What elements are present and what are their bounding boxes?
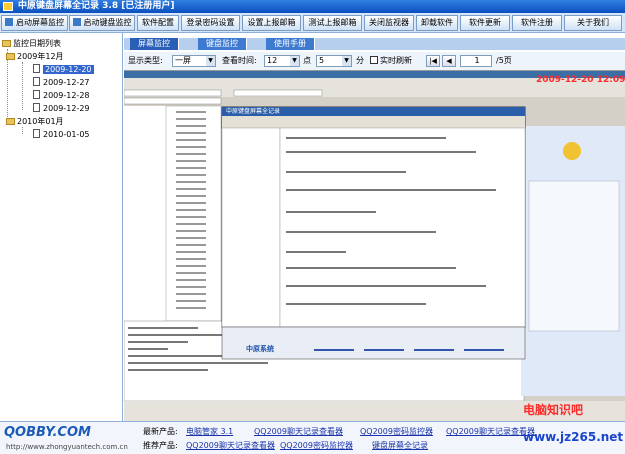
chevron-down-icon: ▼ — [342, 56, 351, 66]
date-tree-panel: 监控日期列表 2009年12月 2009-12-20 2009-12-27 20… — [0, 33, 123, 421]
document-icon — [33, 64, 40, 73]
recommended-products-label: 推荐产品: — [143, 441, 178, 450]
chevron-down-icon: ▼ — [290, 56, 299, 66]
tree-item-2009-12-28[interactable]: 2009-12-28 — [33, 90, 90, 101]
keyboard-icon — [72, 18, 81, 26]
first-page-button[interactable]: |◀ — [426, 55, 440, 67]
dialog-title: 中原键盘屏幕全记录 — [226, 108, 281, 115]
latest-product-link[interactable]: 电脑管家 3.1 — [186, 426, 233, 437]
hour-select[interactable]: 12 ▼ — [264, 55, 300, 67]
display-type-label: 显示类型: — [128, 56, 163, 65]
document-icon — [33, 77, 40, 86]
chevron-down-icon: ▼ — [206, 56, 215, 66]
login-password-button[interactable]: 登录密码设置 — [181, 15, 240, 31]
about-button[interactable]: 关于我们 — [564, 15, 622, 31]
folder-icon — [6, 118, 15, 125]
first-page-icon: |◀ — [429, 57, 437, 65]
register-button[interactable]: 软件注册 — [512, 15, 562, 31]
prev-page-icon: ◀ — [446, 57, 452, 65]
title-bar: 中原键盘屏幕全记录 3.8 [已注册用户] — [0, 0, 625, 13]
recommended-product-link[interactable]: QQ2009聊天记录查看器 — [186, 440, 275, 451]
tree-item-2009-12-20[interactable]: 2009-12-20 — [33, 64, 94, 75]
start-screen-monitor-button[interactable]: 启动屏幕监控 — [1, 15, 68, 31]
tab-keyboard-monitor[interactable]: 键盘监控 — [198, 38, 247, 50]
config-button[interactable]: 软件配置 — [137, 15, 179, 31]
page-input[interactable]: 1 — [460, 55, 492, 67]
realtime-refresh-checkbox[interactable]: 实时刷新 — [370, 55, 412, 67]
tree-item-2010-01-05[interactable]: 2010-01-05 — [33, 129, 90, 140]
latest-product-link[interactable]: QQ2009密码监控器 — [360, 426, 433, 437]
display-type-select[interactable]: 一屏 ▼ — [172, 55, 216, 67]
window-title: 中原键盘屏幕全记录 3.8 [已注册用户] — [18, 1, 175, 11]
tree-node-2009-12[interactable]: 2009年12月 — [6, 51, 64, 62]
tree-connector — [22, 62, 23, 110]
hour-unit: 点 — [303, 56, 311, 65]
checkbox-icon — [370, 56, 378, 64]
start-keyboard-monitor-button[interactable]: 启动键盘监控 — [69, 15, 135, 31]
options-bar: 显示类型: 一屏 ▼ 查看时间: 12 ▼ 点 5 ▼ 分 实时刷新 |◀ ◀ 1 /… — [124, 52, 625, 70]
recommended-product-link[interactable]: QQ2009密码监控器 — [280, 440, 353, 451]
tree-node-2010-01[interactable]: 2010年01月 — [6, 116, 64, 127]
latest-product-link[interactable]: QQ2009聊天记录查看器 — [446, 426, 535, 437]
document-icon — [33, 103, 40, 112]
tab-manual[interactable]: 使用手册 — [266, 38, 315, 50]
toolbar: 启动屏幕监控 启动键盘监控 软件配置 登录密码设置 设置上报邮箱 测试上报邮箱 … — [0, 13, 625, 33]
update-button[interactable]: 软件更新 — [460, 15, 510, 31]
test-report-email-button[interactable]: 测试上报邮箱 — [303, 15, 362, 31]
minute-select[interactable]: 5 ▼ — [316, 55, 352, 67]
prev-page-button[interactable]: ◀ — [442, 55, 456, 67]
tree-item-2009-12-27[interactable]: 2009-12-27 — [33, 77, 90, 88]
tab-screen-monitor[interactable]: 屏幕监控 — [130, 38, 179, 50]
close-monitor-button[interactable]: 关闭监视器 — [364, 15, 414, 31]
set-report-email-button[interactable]: 设置上报邮箱 — [242, 15, 301, 31]
company-logo: QOBBY.COM — [4, 425, 91, 440]
minute-unit: 分 — [356, 56, 364, 65]
folder-icon — [6, 53, 15, 60]
folder-icon — [2, 40, 11, 47]
tree-root[interactable]: 监控日期列表 — [2, 38, 61, 49]
tab-bar: 屏幕监控 键盘监控 使用手册 — [124, 38, 625, 50]
dialog-brand: 中原系统 — [246, 345, 274, 353]
uninstall-button[interactable]: 卸载软件 — [416, 15, 458, 31]
company-website[interactable]: http://www.zhongyuantech.com.cn — [6, 443, 128, 451]
tree-connector — [22, 127, 23, 134]
latest-products-label: 最新产品: — [143, 427, 178, 436]
captured-desktop-image — [124, 71, 625, 421]
recommended-product-link[interactable]: 键盘屏幕全记录 — [372, 440, 428, 451]
capture-timestamp: 2009-12-20 12:09:05 — [536, 75, 625, 85]
watermark-url: www.jz265.net — [523, 430, 624, 444]
app-icon — [3, 2, 13, 11]
monitor-icon — [5, 18, 13, 26]
document-icon — [33, 90, 40, 99]
view-time-label: 查看时间: — [222, 56, 257, 65]
watermark-text: 电脑知识吧 — [523, 403, 584, 417]
screen-capture-view[interactable]: 中原键盘屏幕全记录 中原系统 2009-12-20 12:09:05 — [124, 70, 625, 421]
latest-product-link[interactable]: QQ2009聊天记录查看器 — [254, 426, 343, 437]
page-total: /5页 — [496, 56, 512, 65]
tree-item-2009-12-29[interactable]: 2009-12-29 — [33, 103, 90, 114]
document-icon — [33, 129, 40, 138]
